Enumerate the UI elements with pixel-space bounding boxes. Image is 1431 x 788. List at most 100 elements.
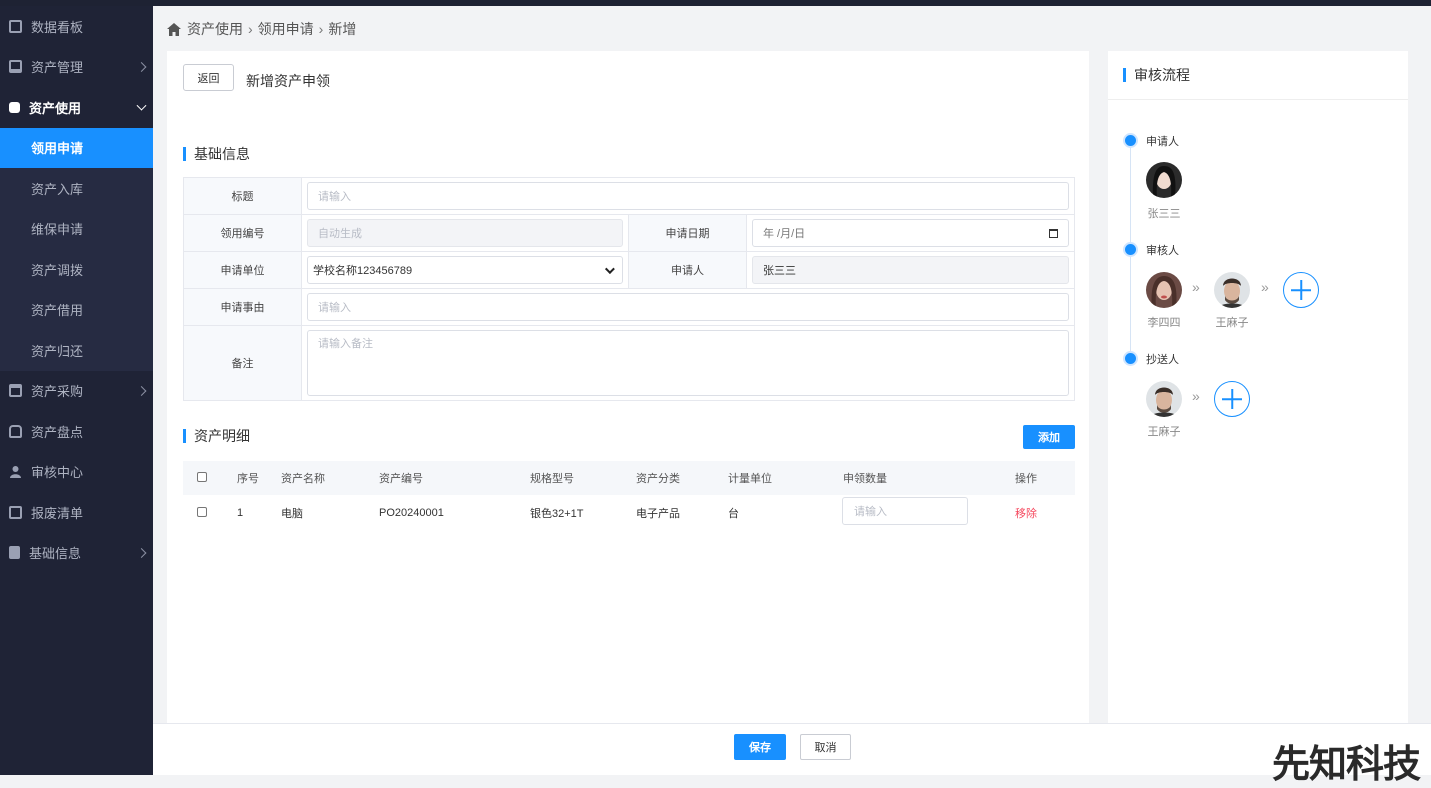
breadcrumb-item: 新增: [328, 21, 357, 37]
form-row: 领用编号 自动生成 申请日期 年 /月/日: [184, 215, 1074, 252]
column-header: 规格型号: [530, 473, 574, 485]
asset-spec: 银色32+1T: [530, 508, 584, 520]
form-row: 申请单位 学校名称123456789 申请人 张三三: [184, 252, 1074, 289]
apply-date-input[interactable]: 年 /月/日: [752, 219, 1069, 247]
sidebar-item-inventory[interactable]: 资产盘点: [0, 411, 153, 452]
applicant-step-label: 申请人: [1146, 136, 1179, 148]
table-header: 序号 资产名称 资产编号 规格型号 资产分类 计量单位 申领数量 操作: [183, 461, 1075, 495]
double-chevron-icon: »: [1192, 388, 1200, 404]
title-input[interactable]: 请输入: [307, 182, 1069, 210]
sidebar-item-transfer[interactable]: 资产调拨: [0, 249, 153, 290]
sidebar-item-audit[interactable]: 审核中心: [0, 452, 153, 493]
asset-use-icon: [9, 101, 20, 113]
back-button[interactable]: 返回: [183, 64, 234, 91]
sidebar-item-label: 审核中心: [31, 465, 84, 481]
field-cell: 年 /月/日: [747, 215, 1074, 251]
select-all-checkbox[interactable]: [197, 472, 207, 482]
reason-input[interactable]: 请输入: [307, 293, 1069, 321]
breadcrumb-separator-icon: ›: [248, 21, 253, 37]
column-header: 资产名称: [281, 473, 325, 485]
field-label: 标题: [184, 178, 302, 214]
sidebar-item-asset-management[interactable]: 资产管理: [0, 47, 153, 88]
requisition-code-field: 自动生成: [307, 219, 623, 247]
column-header: 资产编号: [379, 473, 423, 485]
sidebar-item-label: 报废清单: [31, 505, 84, 521]
server-icon: [9, 60, 22, 74]
calendar-icon[interactable]: [1049, 228, 1058, 238]
double-chevron-icon: »: [1261, 279, 1269, 295]
sidebar-item-basic-info[interactable]: 基础信息: [0, 533, 153, 574]
section-title-basic: 基础信息: [183, 147, 250, 161]
avatar-name: 王麻子: [1215, 317, 1249, 329]
cancel-button[interactable]: 取消: [800, 734, 851, 760]
sidebar-item-label: 数据看板: [31, 19, 84, 35]
avatar-name: 王麻子: [1147, 426, 1181, 438]
field-cell: 请输入: [302, 289, 1074, 325]
timeline-dot: [1123, 242, 1138, 257]
remove-link[interactable]: 移除: [1015, 505, 1037, 521]
chevron-down-icon: [136, 100, 147, 111]
remark-textarea[interactable]: 请输入备注: [307, 330, 1069, 396]
breadcrumb-separator-icon: ›: [318, 21, 324, 37]
field-label: 领用编号: [184, 215, 302, 251]
chevron-down-icon: [604, 263, 615, 274]
sidebar-item-label: 资产使用: [29, 100, 82, 116]
select-value: 学校名称123456789: [313, 265, 413, 277]
timeline-dot: [1123, 133, 1138, 148]
field-label: 申请事由: [184, 289, 302, 325]
field-label: 备注: [184, 326, 302, 400]
avatar: [1146, 272, 1182, 308]
row-checkbox[interactable]: [197, 507, 207, 517]
sidebar-item-purchase[interactable]: 资产采购: [0, 371, 153, 412]
applicant-field: 张三三: [752, 256, 1069, 284]
sidebar-item-maintenance[interactable]: 维保申请: [0, 209, 153, 250]
column-header: 操作: [1015, 473, 1037, 485]
form-row: 标题 请输入: [184, 178, 1074, 215]
avatar: [1146, 381, 1182, 417]
asset-detail-table: 序号 资产名称 资产编号 规格型号 资产分类 计量单位 申领数量 操作 1 电脑…: [183, 461, 1075, 531]
sidebar-item-borrow[interactable]: 资产借用: [0, 290, 153, 331]
sidebar-item-requisition[interactable]: 领用申请: [0, 127, 153, 168]
row-no: 1: [237, 507, 244, 519]
quantity-input[interactable]: 请输入: [842, 497, 968, 525]
user-icon: [9, 465, 22, 479]
chart-icon: [9, 19, 22, 33]
chevron-right-icon: [136, 61, 147, 72]
column-header: 序号: [237, 473, 259, 485]
add-approver-button[interactable]: [1283, 272, 1319, 308]
receipt-icon: [9, 505, 22, 519]
avatar: [1214, 272, 1250, 308]
sidebar-item-label: 资产采购: [31, 384, 84, 400]
asset-unit: 台: [728, 508, 739, 520]
panel-header: 审核流程: [1108, 51, 1408, 100]
save-button[interactable]: 保存: [734, 734, 786, 760]
table-row: 1 电脑 PO20240001 银色32+1T 电子产品 台 请输入 移除: [183, 495, 1075, 531]
watermark: 先知科技: [1272, 742, 1421, 786]
top-bar: [0, 0, 1431, 6]
field-label: 申请人: [629, 252, 747, 288]
breadcrumb-item[interactable]: 资产使用: [187, 19, 243, 39]
sidebar-item-asset-use[interactable]: 资产使用: [0, 87, 153, 128]
field-cell: 请输入备注: [302, 326, 1074, 400]
sidebar-item-stock-in[interactable]: 资产入库: [0, 168, 153, 209]
document-icon: [9, 546, 20, 560]
timeline-dot: [1123, 351, 1138, 366]
wallet-icon: [9, 384, 22, 398]
sidebar-item-scrap[interactable]: 报废清单: [0, 492, 153, 533]
add-cc-button[interactable]: [1214, 381, 1250, 417]
sidebar-item-dashboard[interactable]: 数据看板: [0, 6, 153, 47]
cc-step-label: 抄送人: [1146, 354, 1179, 366]
field-cell: 学校名称123456789: [302, 252, 629, 288]
avatar-name: 张三三: [1147, 208, 1181, 220]
form-row: 申请事由 请输入: [184, 289, 1074, 326]
double-chevron-icon: »: [1192, 279, 1200, 295]
apply-unit-select[interactable]: 学校名称123456789: [307, 256, 623, 284]
avatar-name: 李四四: [1147, 317, 1181, 329]
field-cell: 张三三: [747, 252, 1074, 288]
approval-flow-panel: 审核流程 申请人 张三三 审核人 李四四 » 王麻子 » 抄送人 王麻子 »: [1108, 51, 1408, 723]
add-button[interactable]: 添加: [1023, 425, 1075, 449]
home-icon[interactable]: [167, 22, 181, 36]
sidebar-item-return[interactable]: 资产归还: [0, 330, 153, 371]
breadcrumb-item[interactable]: 领用申请: [258, 19, 314, 39]
field-label: 申请单位: [184, 252, 302, 288]
